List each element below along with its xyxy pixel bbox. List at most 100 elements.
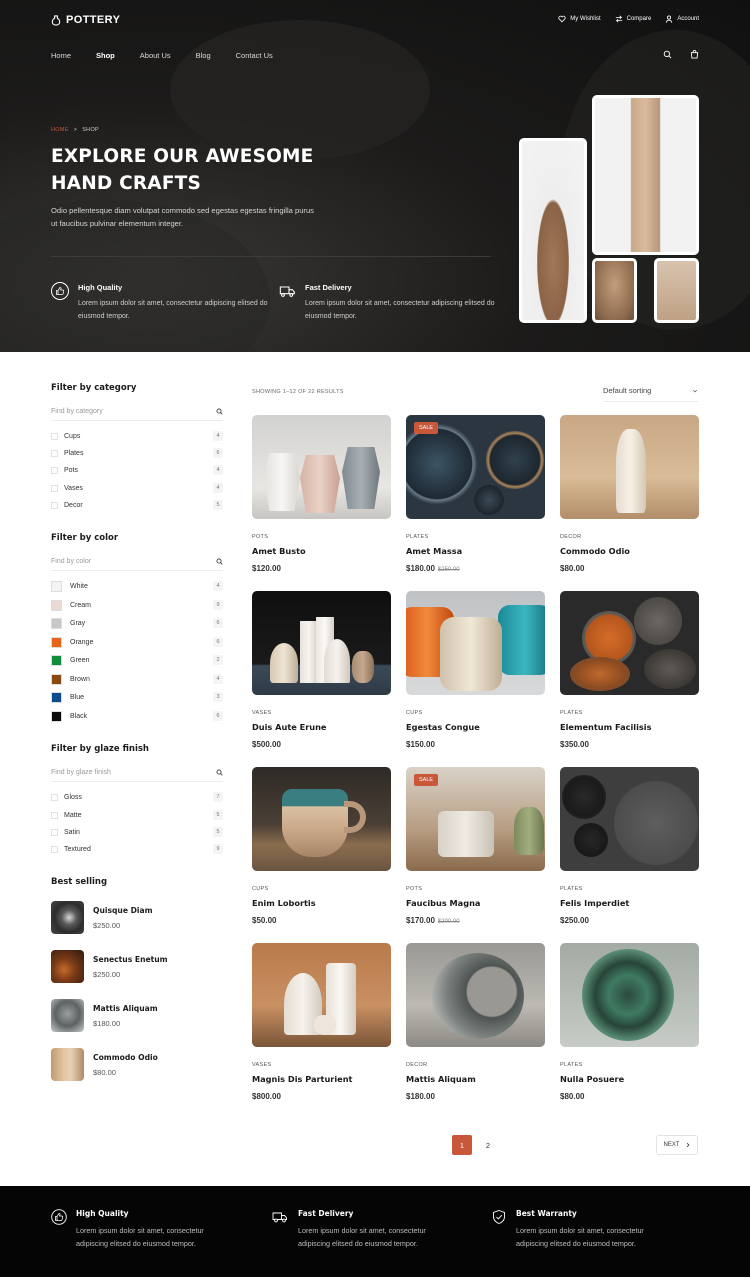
search-icon[interactable] [216,769,223,776]
page-button-1[interactable]: 1 [452,1135,472,1155]
best-selling-item[interactable]: Senectus Enetum $250.00 [51,950,168,983]
glaze-filter-item[interactable]: Gloss 7 [51,790,223,804]
product-image[interactable]: SALE [406,767,545,871]
search-icon[interactable] [216,408,223,415]
color-filter-item[interactable]: Green 2 [51,653,223,667]
product-thumbnail[interactable] [51,1048,84,1081]
glaze-filter-item[interactable]: Textured 9 [51,842,223,856]
product-card[interactable]: VASES Duis Aute Erune $500.00 [252,591,391,749]
cart-icon[interactable] [690,50,699,59]
product-card[interactable]: DECOR Mattis Aliquam $180.00 [406,943,545,1101]
best-selling-item[interactable]: Mattis Aliquam $180.00 [51,999,158,1032]
color-swatch[interactable] [51,599,62,611]
nav-item-about[interactable]: About Us [140,51,171,60]
product-name[interactable]: Magnis Dis Parturient [252,1074,391,1084]
product-name[interactable]: Felis Imperdiet [560,898,699,908]
product-name[interactable]: Egestas Congue [406,722,545,732]
color-filter-item[interactable]: Black 6 [51,709,223,723]
product-image[interactable] [560,415,699,519]
product-image[interactable] [560,591,699,695]
breadcrumb-home[interactable]: HOME [51,127,69,133]
checkbox[interactable] [51,484,58,492]
product-image[interactable] [406,591,545,695]
product-thumbnail[interactable] [51,901,84,934]
color-filter-item[interactable]: White 4 [51,579,223,593]
product-image[interactable] [252,943,391,1047]
best-selling-item[interactable]: Commodo Odio $80.00 [51,1048,158,1081]
category-search-input[interactable]: Find by category [51,403,223,421]
product-name[interactable]: Duis Aute Erune [252,722,391,732]
product-image[interactable] [252,767,391,871]
product-name[interactable]: Faucibus Magna [406,898,545,908]
product-card[interactable]: DECOR Commodo Odio $80.00 [560,415,699,573]
checkbox[interactable] [51,845,58,853]
color-filter-item[interactable]: Cream 9 [51,598,223,612]
wishlist-link[interactable]: My Wishlist [558,15,601,23]
color-swatch[interactable] [51,710,62,722]
product-name[interactable]: Mattis Aliquam [406,1074,545,1084]
product-name[interactable]: Elementum Facilisis [560,722,699,732]
color-filter-item[interactable]: Gray 6 [51,616,223,630]
color-swatch[interactable] [51,617,62,629]
color-swatch[interactable] [51,691,62,703]
checkbox[interactable] [51,793,58,801]
category-filter-item[interactable]: Plates 6 [51,446,223,460]
checkbox[interactable] [51,811,58,819]
product-thumbnail[interactable] [51,950,84,983]
product-thumbnail[interactable] [51,999,84,1032]
product-name[interactable]: Mattis Aliquam [93,1004,158,1013]
color-search-input[interactable]: Find by color [51,553,223,571]
color-swatch[interactable] [51,673,62,685]
checkbox[interactable] [51,432,58,440]
glaze-filter-item[interactable]: Matte 5 [51,808,223,822]
product-card[interactable]: PLATES Nulla Posuere $80.00 [560,943,699,1101]
page-button-2[interactable]: 2 [478,1135,498,1155]
product-name[interactable]: Quisque Diam [93,906,153,915]
product-name[interactable]: Senectus Enetum [93,955,168,964]
product-image[interactable] [252,591,391,695]
sort-select[interactable]: Default sorting [603,386,698,402]
checkbox[interactable] [51,466,58,474]
product-name[interactable]: Enim Lobortis [252,898,391,908]
product-card[interactable]: SALE POTS Faucibus Magna $170.00 $200.00 [406,767,545,925]
product-card[interactable]: VASES Magnis Dis Parturient $800.00 [252,943,391,1101]
product-card[interactable]: PLATES Felis Imperdiet $250.00 [560,767,699,925]
product-image[interactable] [406,943,545,1047]
color-swatch[interactable] [51,636,62,648]
product-card[interactable]: PLATES Elementum Facilisis $350.00 [560,591,699,749]
product-card[interactable]: CUPS Enim Lobortis $50.00 [252,767,391,925]
product-name[interactable]: Nulla Posuere [560,1074,699,1084]
checkbox[interactable] [51,501,58,509]
compare-link[interactable]: Compare [615,15,651,23]
nav-item-contact[interactable]: Contact Us [236,51,273,60]
account-link[interactable]: Account [665,15,699,23]
search-icon[interactable] [216,558,223,565]
product-image[interactable] [560,767,699,871]
search-icon[interactable] [663,50,672,59]
nav-item-home[interactable]: Home [51,51,71,60]
color-filter-item[interactable]: Blue 3 [51,690,223,704]
color-filter-item[interactable]: Orange 6 [51,635,223,649]
product-name[interactable]: Commodo Odio [93,1053,158,1062]
category-filter-item[interactable]: Vases 4 [51,481,223,495]
best-selling-item[interactable]: Quisque Diam $250.00 [51,901,153,934]
product-name[interactable]: Amet Busto [252,546,391,556]
next-page-button[interactable]: NEXT [656,1135,698,1155]
nav-item-shop[interactable]: Shop [96,51,115,60]
product-name[interactable]: Commodo Odio [560,546,699,556]
color-swatch[interactable] [51,654,62,666]
glaze-search-input[interactable]: Find by glaze finish [51,764,223,782]
product-name[interactable]: Amet Massa [406,546,545,556]
glaze-filter-item[interactable]: Satin 5 [51,825,223,839]
color-filter-item[interactable]: Brown 4 [51,672,223,686]
category-filter-item[interactable]: Pots 4 [51,463,223,477]
product-image[interactable] [560,943,699,1047]
nav-item-blog[interactable]: Blog [196,51,211,60]
brand-logo[interactable]: POTTERY [51,14,120,26]
product-card[interactable]: POTS Amet Busto $120.00 [252,415,391,573]
product-card[interactable]: CUPS Egestas Congue $150.00 [406,591,545,749]
product-image[interactable] [252,415,391,519]
category-filter-item[interactable]: Cups 4 [51,429,223,443]
category-filter-item[interactable]: Decor 5 [51,498,223,512]
checkbox[interactable] [51,449,58,457]
